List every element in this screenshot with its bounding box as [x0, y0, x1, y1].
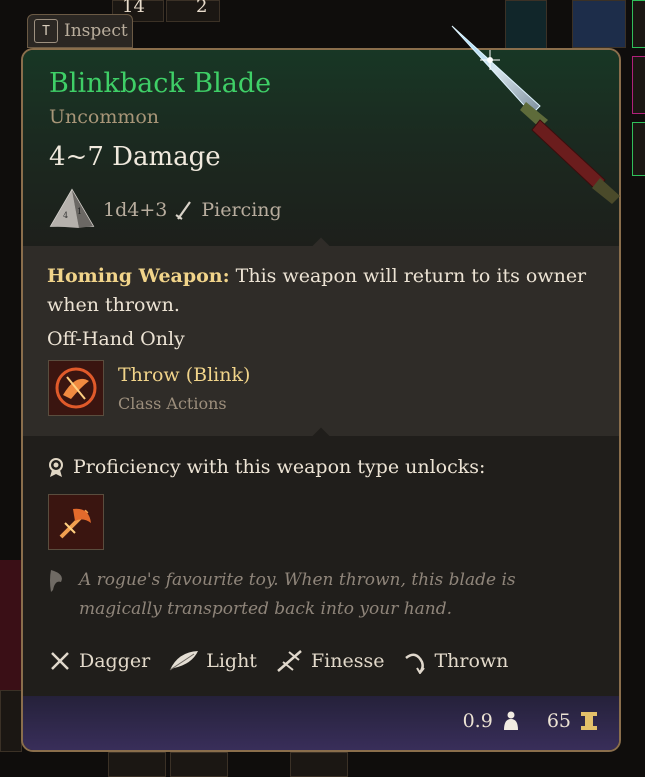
homing-weapon-label: Homing Weapon:: [47, 265, 230, 287]
property-dagger: Dagger: [47, 648, 150, 674]
item-damage: 4~7 Damage: [49, 142, 221, 172]
property-light: Light: [168, 648, 257, 674]
proficiency-icon: [49, 458, 63, 477]
item-rarity: Uncommon: [49, 106, 160, 128]
inspect-key: T: [34, 19, 58, 43]
action-name: Throw (Blink): [118, 364, 251, 386]
gold-icon: [581, 712, 597, 730]
item-name: Blinkback Blade: [49, 68, 272, 99]
background-slot[interactable]: [166, 0, 220, 22]
damage-type: Piercing: [201, 199, 282, 221]
thrown-icon: [405, 653, 426, 674]
feather-icon: [169, 651, 199, 671]
weapon-artwork: [451, 25, 620, 204]
svg-text:1: 1: [77, 207, 82, 216]
background-slot[interactable]: [0, 690, 22, 752]
property-thrown: Thrown: [402, 648, 508, 674]
throw-blink-glyph: [55, 367, 97, 409]
item-value: 65: [546, 710, 571, 732]
proficiency-line: Proficiency with this weapon type unlock…: [47, 456, 485, 478]
property-label: Finesse: [310, 650, 385, 672]
flavor-text: A rogue's favourite toy. When thrown, th…: [79, 570, 516, 619]
inspect-tab[interactable]: T Inspect: [27, 14, 133, 48]
damage-dice: 1d4+3: [103, 199, 168, 221]
svg-text:4: 4: [63, 211, 68, 220]
throw-blink-icon[interactable]: [48, 360, 104, 416]
flavor-text-block: A rogue's favourite toy. When thrown, th…: [47, 566, 587, 624]
item-weight: 0.9: [462, 710, 493, 732]
background-panel: [0, 560, 22, 690]
proficiency-text: Proficiency with this weapon type unlock…: [73, 456, 486, 478]
proficiency-action-icon[interactable]: [48, 494, 104, 550]
piercing-icon: [175, 201, 192, 220]
action-category: Class Actions: [118, 394, 227, 413]
inspect-label: Inspect: [64, 21, 128, 41]
background-slot[interactable]: [170, 752, 228, 777]
property-label: Thrown: [434, 650, 509, 672]
weapon-properties: Dagger Light Finesse Thrown: [47, 648, 508, 674]
background-slot[interactable]: [108, 752, 166, 777]
property-label: Light: [206, 650, 257, 672]
homing-weapon-text: Homing Weapon: This weapon will return t…: [47, 262, 587, 320]
background-slot[interactable]: [290, 752, 348, 777]
background-count: 2: [196, 0, 208, 17]
quill-icon: [50, 570, 62, 592]
property-finesse: Finesse: [275, 648, 385, 674]
footer-stats: 0.9 65: [463, 710, 599, 732]
finesse-icon: [277, 650, 302, 672]
proficiency-action-glyph: [59, 508, 91, 539]
dagger-icon: [51, 652, 69, 670]
damage-dice-row: 4 1 1d4+3 Piercing: [49, 188, 282, 232]
property-label: Dagger: [79, 650, 151, 672]
off-hand-only: Off-Hand Only: [47, 328, 185, 350]
weight-icon: [503, 711, 518, 730]
d4-dice-icon: 4 1: [49, 188, 95, 228]
